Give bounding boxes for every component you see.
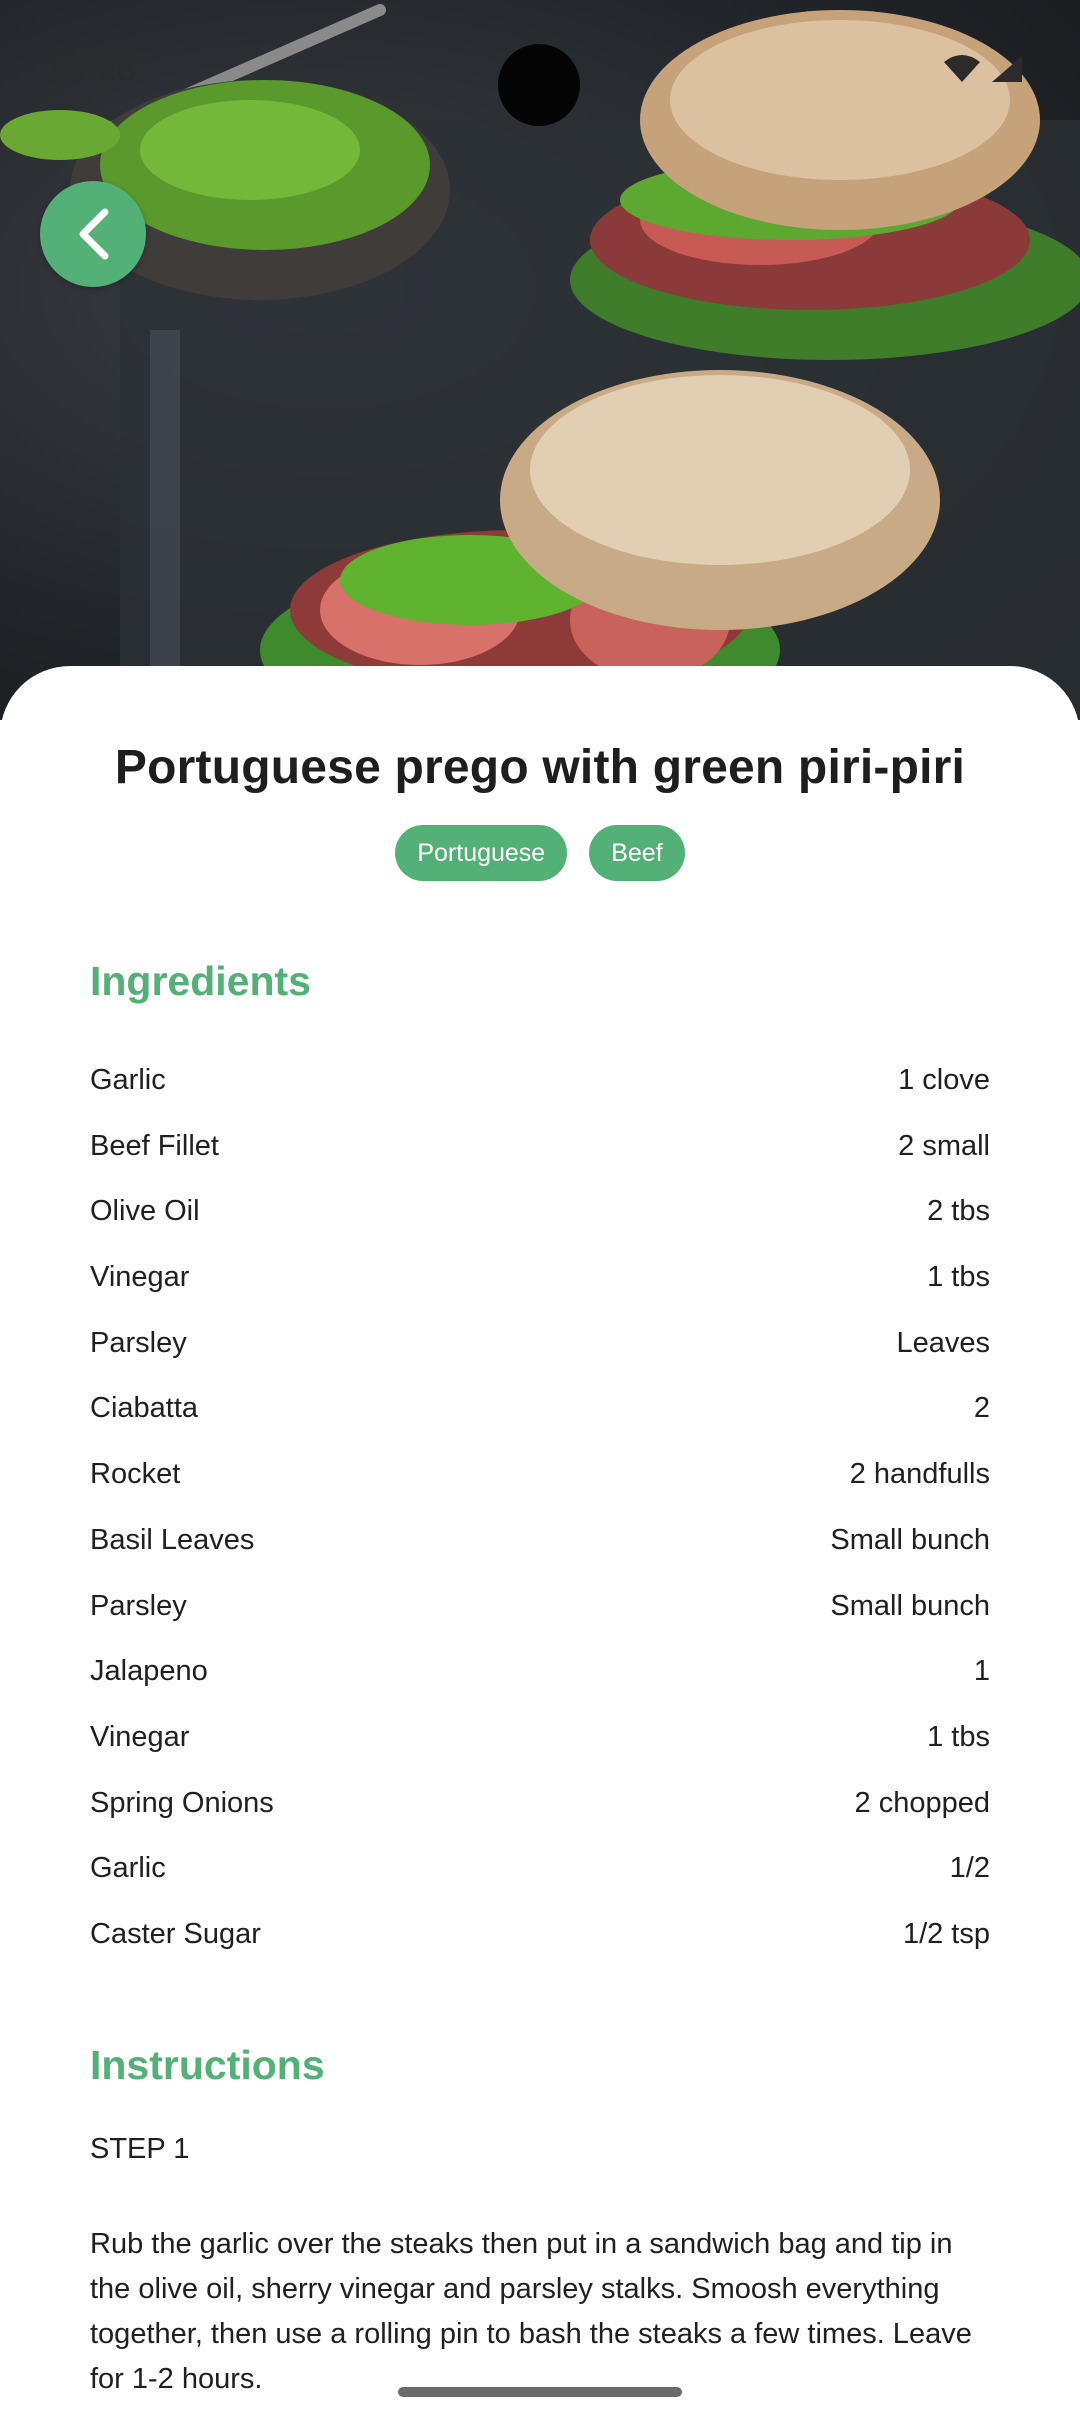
ingredient-name: Basil Leaves: [90, 1523, 255, 1556]
ingredient-measure: 2 small: [898, 1129, 990, 1162]
ingredient-row: Jalapeno 1: [90, 1639, 990, 1705]
wifi-icon: [944, 55, 980, 82]
home-indicator[interactable]: [398, 2387, 682, 2397]
ingredient-measure: 2: [973, 1392, 990, 1425]
ingredient-name: Garlic: [90, 1852, 166, 1885]
tag-category[interactable]: Beef: [589, 825, 685, 881]
camera-cutout: [498, 44, 580, 126]
ingredient-measure: Small bunch: [830, 1523, 990, 1556]
ingredient-row: Parsley Small bunch: [90, 1574, 990, 1640]
ingredient-measure: 2 tbs: [927, 1195, 990, 1228]
ingredient-row: Parsley Leaves: [90, 1311, 990, 1377]
ingredient-name: Rocket: [90, 1458, 181, 1491]
ingredient-measure: 1 clove: [898, 1064, 990, 1096]
ingredient-name: Jalapeno: [90, 1655, 208, 1688]
ingredient-measure: 1: [973, 1655, 990, 1688]
ingredient-row: Caster Sugar 1/2 tsp: [90, 1902, 990, 1968]
status-icons: [942, 54, 1024, 84]
ingredient-measure: 1/2: [949, 1852, 990, 1885]
ingredient-row: Basil Leaves Small bunch: [90, 1508, 990, 1574]
ingredient-name: Vinegar: [90, 1261, 190, 1294]
ingredient-row: Vinegar 1 tbs: [90, 1245, 990, 1311]
ingredient-row: Garlic 1 clove: [90, 1048, 990, 1114]
ingredient-row: Rocket 2 handfulls: [90, 1442, 990, 1508]
ingredient-measure: 1 tbs: [927, 1720, 990, 1753]
ingredient-name: Beef Fillet: [90, 1129, 219, 1162]
ingredient-row: Spring Onions 2 chopped: [90, 1771, 990, 1837]
ingredient-measure: 1 tbs: [927, 1261, 990, 1294]
step-text: Rub the garlic over the steaks then put …: [90, 2228, 972, 2395]
ingredient-name: Olive Oil: [90, 1195, 200, 1228]
ingredient-measure: Small bunch: [830, 1589, 990, 1622]
ingredient-measure: 2 chopped: [854, 1786, 990, 1819]
recipe-title: Portuguese prego with green piri-piri: [114, 741, 966, 794]
ingredient-measure: Leaves: [896, 1326, 990, 1359]
status-time: 10:28: [46, 48, 137, 89]
battery-icon: [992, 56, 1022, 82]
ingredient-row: Ciabatta 2: [90, 1376, 990, 1442]
ingredient-measure: 1/2 tsp: [902, 1917, 990, 1950]
ingredient-name: Garlic: [90, 1064, 166, 1096]
status-bar: 10:28: [0, 0, 1080, 140]
ingredient-name: Spring Onions: [90, 1786, 274, 1819]
ingredient-name: Parsley: [90, 1326, 187, 1359]
ingredient-row: Vinegar 1 tbs: [90, 1705, 990, 1771]
instructions-heading: Instructions: [90, 2042, 325, 2088]
ingredient-row: Beef Fillet 2 small: [90, 1114, 990, 1180]
ingredient-name: Caster Sugar: [90, 1917, 261, 1950]
ingredient-name: Ciabatta: [90, 1392, 199, 1425]
ingredient-row: Garlic 1/2: [90, 1836, 990, 1902]
back-button[interactable]: [40, 181, 146, 287]
ingredient-name: Parsley: [90, 1589, 187, 1622]
ingredient-row: Olive Oil 2 tbs: [90, 1179, 990, 1245]
chevron-left-icon: [79, 208, 109, 260]
ingredients-heading: Ingredients: [90, 958, 311, 1004]
ingredient-name: Vinegar: [90, 1720, 190, 1753]
ingredient-measure: 2 handfulls: [849, 1458, 990, 1491]
ingredients-list: Garlic 1 clove Beef Fillet 2 small Olive…: [90, 1048, 990, 1968]
recipe-tags: Portuguese Beef: [0, 825, 1080, 881]
tag-area[interactable]: Portuguese: [395, 825, 568, 881]
step-label: STEP 1: [90, 2133, 190, 2165]
